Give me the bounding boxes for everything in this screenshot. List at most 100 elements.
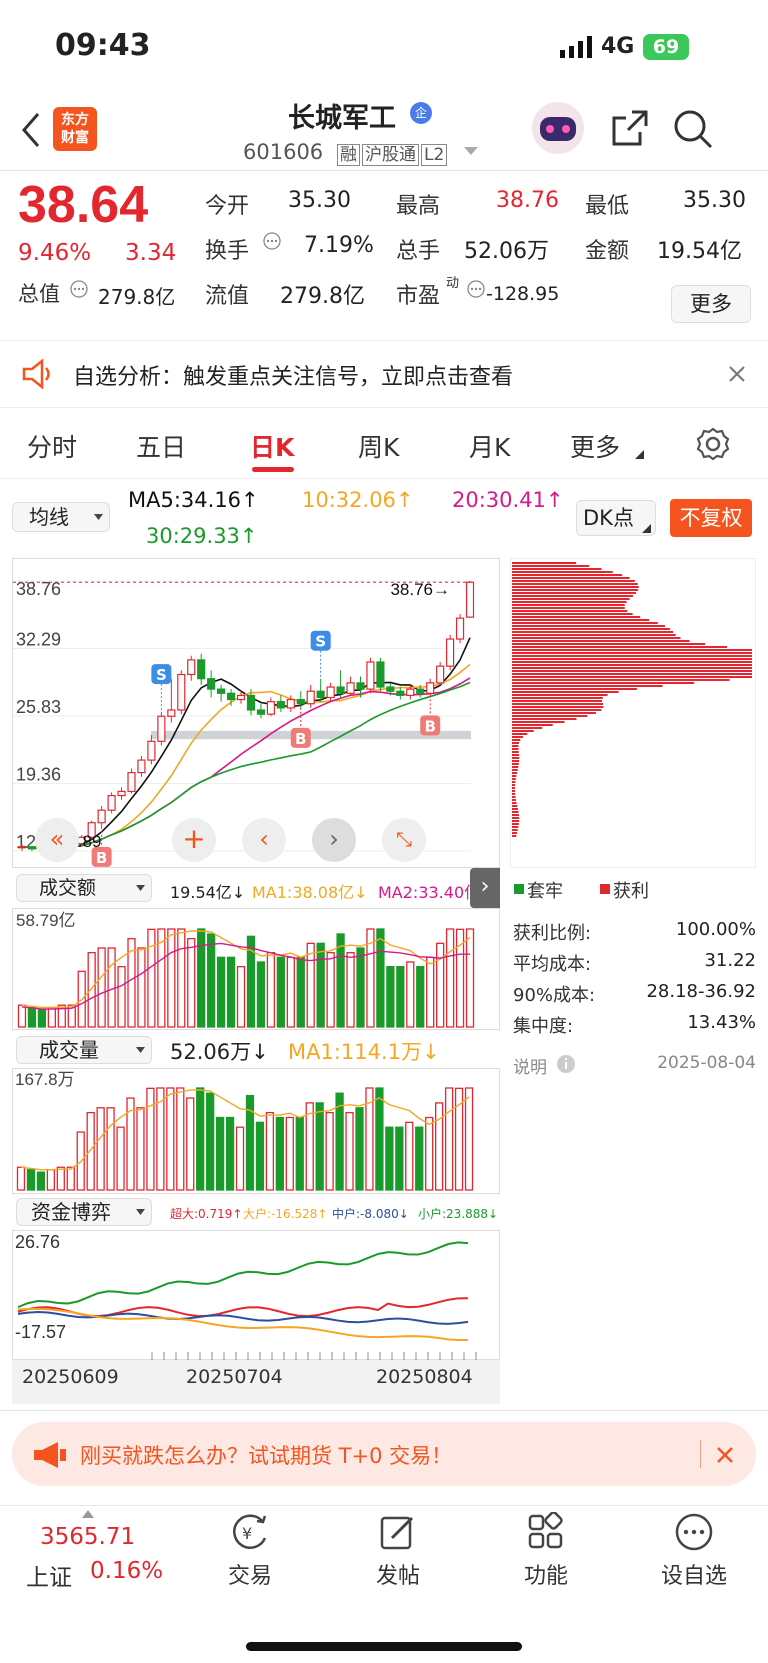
no-adjust-button[interactable]: 不复权 xyxy=(670,499,752,537)
more-quote-button[interactable]: 更多 xyxy=(671,285,751,323)
zoom-in-icon[interactable]: + xyxy=(172,818,216,862)
volume-bar xyxy=(326,952,335,1028)
tab-daily-k[interactable]: 日K xyxy=(250,428,294,464)
candle-body xyxy=(107,794,116,811)
info-icon[interactable] xyxy=(556,1054,576,1074)
chip-bar xyxy=(512,682,695,684)
volume-selector[interactable]: 成交量 xyxy=(16,1036,152,1064)
dk-triangle-icon xyxy=(642,524,651,533)
candle-body xyxy=(266,701,275,715)
stock-code: 601606 xyxy=(243,140,324,164)
nav-trade[interactable]: ¥ 交易 xyxy=(190,1506,310,1590)
chip-note-label[interactable]: 说明 xyxy=(513,1053,547,1078)
share-icon[interactable] xyxy=(610,108,650,148)
info-dots-icon[interactable] xyxy=(70,280,88,298)
tab-five-day[interactable]: 五日 xyxy=(136,428,186,464)
chip-bar xyxy=(512,781,516,783)
tab-monthly-k[interactable]: 月K xyxy=(469,428,510,464)
high-label: 最高 xyxy=(396,194,441,219)
nav-post[interactable]: 发帖 xyxy=(338,1506,458,1590)
candle-body xyxy=(127,772,136,793)
info-dots-icon[interactable] xyxy=(467,280,485,298)
open-value: 35.30 xyxy=(288,188,351,213)
nav-functions[interactable]: 功能 xyxy=(486,1506,606,1590)
robot-assistant-icon[interactable] xyxy=(530,100,586,156)
promo-banner[interactable]: 刚买就跌怎么办？试试期货 T+0 交易！ xyxy=(12,1422,756,1486)
tab-weekly-k[interactable]: 周K xyxy=(358,428,399,464)
battery-level: 69 xyxy=(652,36,680,58)
low-value: 35.30 xyxy=(683,188,746,213)
tab-more[interactable]: 更多 xyxy=(570,428,620,464)
fund-flow-title: 资金博弈 xyxy=(31,1200,111,1224)
search-icon[interactable] xyxy=(672,108,714,150)
chip-bar xyxy=(512,625,665,627)
volume-bar xyxy=(386,966,395,1028)
profit-legend-label: 获利 xyxy=(613,881,649,902)
volume-bar xyxy=(215,1116,225,1191)
volume-bar xyxy=(226,956,236,1028)
flow-y-tick: -17.57 xyxy=(15,1322,66,1342)
settings-icon[interactable] xyxy=(696,427,730,461)
back-arrow-icon[interactable] xyxy=(20,112,42,148)
tab-intraday[interactable]: 分时 xyxy=(27,428,77,464)
info-dots-icon[interactable] xyxy=(263,232,281,250)
candle-body xyxy=(256,709,266,715)
analysis-banner[interactable]: 自选分析：触发重点关注信号，立即点击查看 xyxy=(0,341,768,407)
candle-body xyxy=(117,790,126,797)
open-label: 今开 xyxy=(205,194,250,219)
volume-bar xyxy=(56,1166,65,1191)
signal-marker-label: S xyxy=(315,633,326,651)
index-name[interactable]: 上证 xyxy=(26,1558,72,1592)
chip-row-label: 获利比例: xyxy=(513,923,592,944)
chip-bar xyxy=(512,619,650,621)
candle-body xyxy=(306,690,315,705)
volume-bar xyxy=(46,1169,55,1191)
volume-value: 52.06万 xyxy=(464,239,549,264)
float-value: 279.8亿 xyxy=(280,284,365,309)
chip-bar xyxy=(512,733,528,735)
candle-body xyxy=(366,661,375,690)
volume-bar xyxy=(16,1166,26,1191)
chevron-right-icon[interactable]: › xyxy=(312,818,356,862)
chip-bar xyxy=(512,730,534,732)
chip-bar xyxy=(512,610,628,612)
close-icon[interactable] xyxy=(728,365,746,383)
rewind-icon[interactable]: « xyxy=(35,818,79,862)
chip-bar xyxy=(512,745,519,747)
close-icon[interactable] xyxy=(716,1446,734,1464)
dropdown-icon[interactable] xyxy=(464,147,478,156)
candle-body xyxy=(246,694,256,711)
volume-bar xyxy=(176,1087,185,1191)
volume-bar xyxy=(196,1087,205,1191)
amount-selector[interactable]: 成交额 xyxy=(16,874,152,902)
amount-title: 成交额 xyxy=(39,877,97,899)
chip-bar xyxy=(512,670,752,672)
nav-watchlist[interactable]: 设自选 xyxy=(634,1506,754,1590)
flow-y-tick: 26.76 xyxy=(15,1232,60,1252)
chip-bar xyxy=(512,580,635,582)
chip-bar xyxy=(512,679,730,681)
volume-bar xyxy=(405,1121,414,1191)
chip-bar xyxy=(512,685,663,687)
chip-bar xyxy=(512,694,608,696)
candle-body xyxy=(187,659,196,676)
volume-bar xyxy=(206,1092,215,1191)
fund-flow-selector[interactable]: 资金博弈 xyxy=(16,1198,152,1226)
volume-bar xyxy=(17,1004,27,1028)
chevron-left-icon[interactable]: ‹ xyxy=(242,818,286,862)
chip-row-value: 100.00% xyxy=(675,919,756,940)
app-logo: 东方 财富 xyxy=(53,107,97,151)
volume-bar xyxy=(465,928,475,1028)
expand-panel-icon[interactable]: › xyxy=(470,868,500,908)
expand-icon[interactable]: ⤡ xyxy=(382,818,426,862)
candle-body xyxy=(17,846,27,849)
volume-bar xyxy=(47,1006,56,1028)
volume-bar xyxy=(295,1116,304,1191)
flow-legend-0: 超大:0.719↑ xyxy=(170,1207,243,1221)
chevron-down-icon xyxy=(136,1209,145,1215)
bottom-nav: 3565.71 上证 0.16% ¥ 交易 发帖 功能 设自选 xyxy=(0,1505,768,1663)
index-change[interactable]: 0.16% xyxy=(90,1558,163,1584)
chip-bar xyxy=(512,634,676,636)
index-value[interactable]: 3565.71 xyxy=(40,1524,135,1550)
signal-marker-label: B xyxy=(424,717,435,735)
